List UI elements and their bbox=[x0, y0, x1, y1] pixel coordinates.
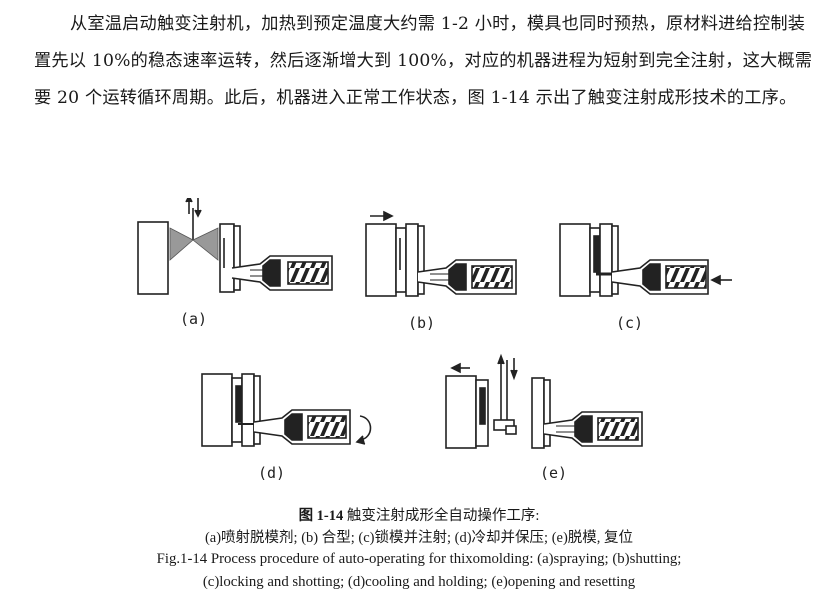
panel-e-opening: (e) bbox=[445, 353, 643, 482]
arrow-up-icon-e bbox=[497, 353, 505, 365]
panel-a-label: (a) bbox=[180, 310, 207, 328]
molded-part bbox=[593, 235, 600, 273]
panel-b-shutting: (b) bbox=[365, 210, 517, 332]
moving-mold bbox=[219, 223, 235, 293]
caption-en-line1: Fig.1-14 Process procedure of auto-opera… bbox=[156, 551, 682, 567]
screw bbox=[287, 261, 329, 285]
panel-e-label: (e) bbox=[540, 464, 567, 482]
fixed-mold bbox=[137, 221, 169, 295]
paragraph-text: 从室温启动触变注射机，加热到预定温度大约需 1-2 小时，模具也同时预热，原材料… bbox=[34, 14, 813, 108]
panel-c-locking: (c) bbox=[559, 223, 732, 332]
panel-c-label: (c) bbox=[616, 314, 643, 332]
caption-cn-title-text: 触变注射成形全自动操作工序: bbox=[346, 508, 540, 524]
panel-b-label: (b) bbox=[408, 314, 435, 332]
spray-cone-right bbox=[192, 227, 219, 261]
process-figure: (a) (b) (c) (d) (e) bbox=[137, 198, 732, 482]
arrow-down-icon-e bbox=[510, 369, 518, 381]
caption-en-line2: (c)locking and shotting; (d)cooling and … bbox=[202, 574, 636, 590]
panel-d-label: (d) bbox=[258, 464, 285, 482]
panel-a-spraying: (a) bbox=[137, 198, 333, 328]
body-paragraph: 从室温启动触变注射机，加热到预定温度大约需 1-2 小时，模具也同时预热，原材料… bbox=[34, 6, 818, 117]
spray-cone-left bbox=[169, 227, 194, 261]
figure-number: 图 1-14 bbox=[298, 508, 344, 524]
panel-d-cooling: (d) bbox=[201, 373, 372, 482]
caption-cn-title: 图 1-14 触变注射成形全自动操作工序: bbox=[0, 504, 838, 525]
caption-cn-steps: (a)喷射脱模剂; (b) 合型; (c)锁模并注射; (d)冷却并保压; (e… bbox=[204, 530, 634, 546]
